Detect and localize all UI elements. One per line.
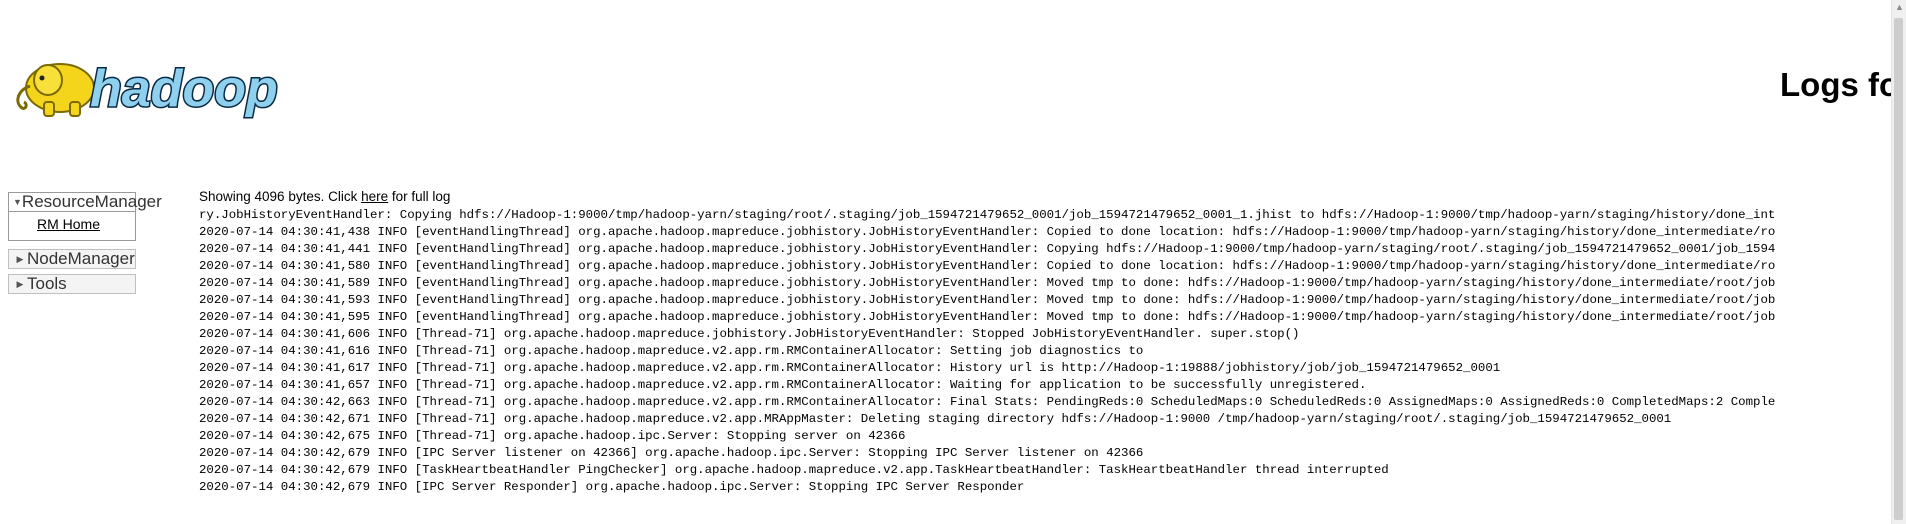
nav-section-resourcemanager[interactable]: ▼ ResourceManager xyxy=(8,192,162,212)
nav-section-label: ResourceManager xyxy=(21,192,162,211)
log-line: 2020-07-14 04:30:42,679 INFO [IPC Server… xyxy=(199,446,1144,460)
log-summary: Showing 4096 bytes. Click here for full … xyxy=(199,189,1889,204)
log-summary-suffix: for full log xyxy=(388,189,451,204)
log-line: 2020-07-14 04:30:42,675 INFO [Thread-71]… xyxy=(199,429,906,443)
hadoop-wordmark: hadoop xyxy=(90,60,278,118)
log-line: 2020-07-14 04:30:41,438 INFO [eventHandl… xyxy=(199,225,1776,239)
scroll-up-arrow-icon[interactable]: ▲ xyxy=(1895,2,1904,12)
nav-section-label: NodeManager xyxy=(27,249,135,268)
log-line: 2020-07-14 04:30:42,671 INFO [Thread-71]… xyxy=(199,412,1672,426)
triangle-right-icon: ▶ xyxy=(16,253,24,264)
log-line: ry.JobHistoryEventHandler: Copying hdfs:… xyxy=(199,208,1776,222)
log-line: 2020-07-14 04:30:41,593 INFO [eventHandl… xyxy=(199,293,1776,307)
nav-link-rm-home[interactable]: RM Home xyxy=(37,216,100,232)
hadoop-elephant-icon: hadoop xyxy=(16,59,279,120)
scrollbar-thumb[interactable] xyxy=(1894,18,1903,520)
left-navigation: ▼ ResourceManager RM Home ▶ NodeManager … xyxy=(8,192,178,294)
log-line: 2020-07-14 04:30:41,580 INFO [eventHandl… xyxy=(199,259,1776,273)
log-line: 2020-07-14 04:30:42,679 INFO [IPC Server… xyxy=(199,480,1025,494)
nav-section-nodemanager[interactable]: ▶ NodeManager xyxy=(8,249,136,269)
nav-submenu-resourcemanager: RM Home xyxy=(8,212,136,241)
log-line: 2020-07-14 04:30:41,441 INFO [eventHandl… xyxy=(199,242,1776,256)
log-summary-prefix: Showing 4096 bytes. Click xyxy=(199,189,362,204)
log-line: 2020-07-14 04:30:41,595 INFO [eventHandl… xyxy=(199,310,1776,324)
page-title: Logs fo xyxy=(1780,66,1900,103)
log-line: 2020-07-14 04:30:41,589 INFO [eventHandl… xyxy=(199,276,1776,290)
nav-section-label: Tools xyxy=(27,274,67,293)
log-line: 2020-07-14 04:30:41,616 INFO [Thread-71]… xyxy=(199,344,1144,358)
log-line: 2020-07-14 04:30:41,606 INFO [Thread-71]… xyxy=(199,327,1300,341)
hadoop-logo[interactable]: hadoop xyxy=(8,44,308,124)
log-line: 2020-07-14 04:30:42,663 INFO [Thread-71]… xyxy=(199,395,1776,409)
log-line: 2020-07-14 04:30:41,617 INFO [Thread-71]… xyxy=(199,361,1501,375)
log-text: ry.JobHistoryEventHandler: Copying hdfs:… xyxy=(199,207,1889,496)
log-line: 2020-07-14 04:30:42,679 INFO [TaskHeartb… xyxy=(199,463,1389,477)
nav-section-tools[interactable]: ▶ Tools xyxy=(8,274,136,294)
triangle-right-icon: ▶ xyxy=(16,278,24,289)
log-line: 2020-07-14 04:30:41,657 INFO [Thread-71]… xyxy=(199,378,1367,392)
log-content: Showing 4096 bytes. Click here for full … xyxy=(199,189,1889,496)
vertical-scrollbar[interactable]: ▲ xyxy=(1891,0,1906,524)
full-log-link[interactable]: here xyxy=(361,189,388,204)
triangle-down-icon: ▼ xyxy=(13,197,22,207)
